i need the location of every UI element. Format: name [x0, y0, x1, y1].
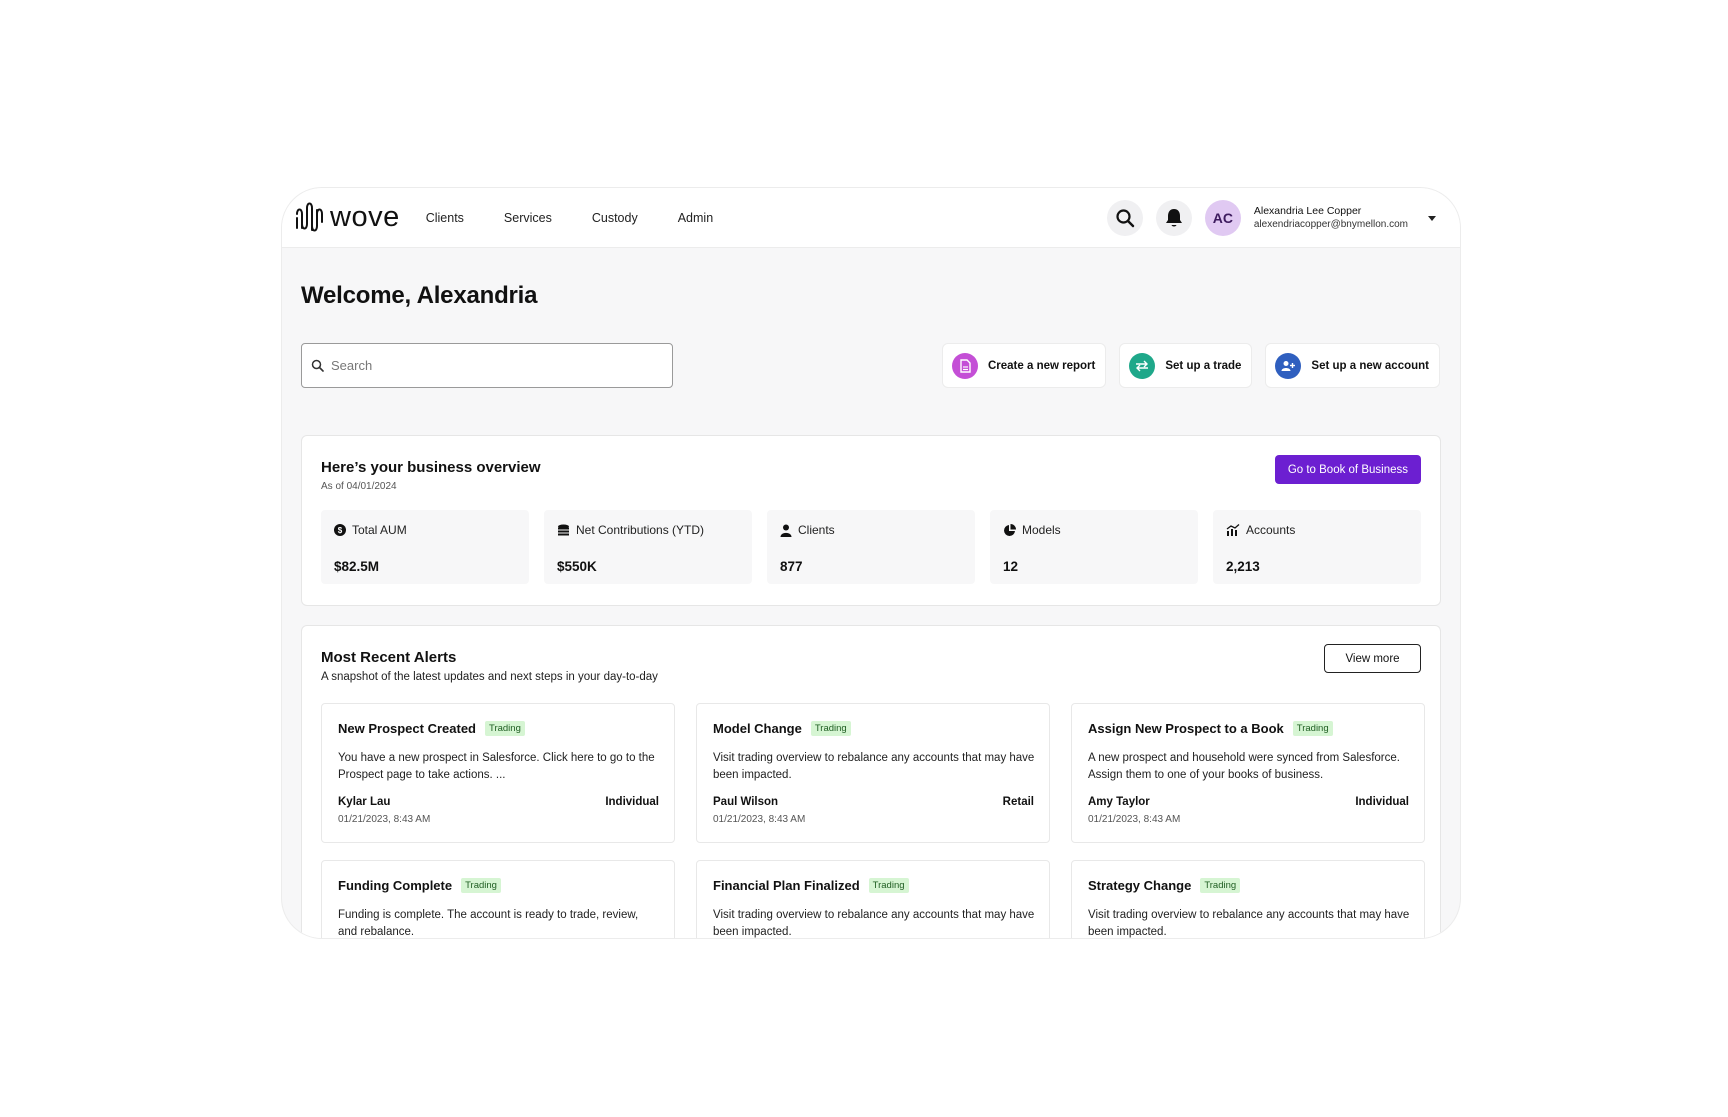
book-of-business-button[interactable]: Go to Book of Business — [1274, 455, 1421, 484]
svg-text:$: $ — [338, 526, 343, 535]
business-overview-card: Here’s your business overview As of 04/0… — [301, 435, 1441, 606]
alert-client-type: Individual — [605, 796, 659, 808]
search-field[interactable] — [301, 343, 673, 388]
quick-actions: Create a new report Set up a trade Set u… — [929, 343, 1440, 388]
alert-person: Paul Wilson — [713, 796, 779, 808]
notifications-button[interactable] — [1155, 200, 1192, 236]
nav-services[interactable]: Services — [504, 211, 552, 225]
alert-card[interactable]: Funding Complete Trading Funding is comp… — [321, 860, 675, 938]
app-window: wove Clients Services Custody Admin AC A… — [282, 188, 1460, 938]
avatar[interactable]: AC — [1204, 200, 1241, 236]
alert-title: Funding Complete — [338, 878, 453, 893]
alert-description: Visit trading overview to rebalance any … — [713, 909, 1035, 938]
alert-timestamp: 01/21/2023, 8:43 AM — [1088, 814, 1181, 825]
stat-accounts[interactable]: Accounts 2,213 — [1213, 510, 1421, 584]
dollar-icon: $ — [334, 524, 346, 536]
create-report-label: Create a new report — [987, 359, 1096, 372]
user-name: Alexandria Lee Copper — [1253, 205, 1362, 217]
recent-alerts-card: Most Recent Alerts A snapshot of the lat… — [301, 625, 1441, 938]
topbar-actions: AC Alexandria Lee Copper alexendriacoppe… — [1094, 188, 1436, 248]
bell-icon — [1165, 209, 1182, 227]
coins-icon — [558, 524, 569, 536]
brand-name: wove — [330, 201, 400, 233]
alert-tag: Trading — [868, 878, 909, 893]
person-icon — [780, 524, 792, 537]
alert-title: Financial Plan Finalized — [713, 878, 860, 893]
setup-account-button[interactable]: Set up a new account — [1265, 343, 1440, 388]
alerts-title: Most Recent Alerts — [321, 649, 457, 666]
report-icon — [951, 352, 978, 379]
alert-tag: Trading — [485, 721, 525, 736]
swap-arrows-icon — [1129, 352, 1156, 379]
alert-timestamp: 01/21/2023, 8:43 AM — [713, 814, 806, 825]
alert-person: Kylar Lau — [338, 796, 391, 808]
alert-title: Assign New Prospect to a Book — [1088, 721, 1284, 736]
alert-timestamp: 01/21/2023, 8:43 AM — [338, 814, 431, 825]
search-icon — [1116, 209, 1135, 228]
overview-title: Here’s your business overview — [321, 459, 541, 476]
page-title: Welcome, Alexandria — [301, 282, 538, 309]
setup-trade-label: Set up a trade — [1165, 359, 1242, 372]
stat-label: Total AUM — [352, 523, 407, 537]
alert-title: Model Change — [713, 721, 802, 736]
search-input[interactable] — [331, 358, 651, 373]
alert-card[interactable]: Financial Plan Finalized Trading Visit t… — [696, 860, 1050, 938]
alert-card[interactable]: Assign New Prospect to a Book Trading A … — [1071, 703, 1425, 843]
stat-value: $82.5M — [334, 559, 380, 574]
stat-value: $550K — [557, 559, 597, 574]
alert-description: Visit trading overview to rebalance any … — [713, 752, 1035, 781]
alert-description: Visit trading overview to rebalance any … — [1088, 909, 1410, 938]
search-button[interactable] — [1106, 200, 1143, 236]
alert-tag: Trading — [461, 878, 501, 893]
nav-clients[interactable]: Clients — [426, 211, 464, 225]
alert-tag: Trading — [810, 721, 851, 736]
brand-logo[interactable]: wove — [294, 200, 400, 236]
pie-icon — [1004, 523, 1016, 536]
stat-total-aum[interactable]: $ Total AUM $82.5M — [321, 510, 529, 584]
alert-card[interactable]: New Prospect Created Trading You have a … — [321, 703, 675, 843]
overview-date: As of 04/01/2024 — [321, 481, 397, 492]
stat-clients[interactable]: Clients 877 — [767, 510, 975, 584]
alerts-subtitle: A snapshot of the latest updates and nex… — [321, 671, 658, 683]
nav-custody[interactable]: Custody — [592, 211, 638, 225]
alert-person: Amy Taylor — [1088, 796, 1150, 808]
alert-title: Strategy Change — [1088, 878, 1192, 893]
view-more-button[interactable]: View more — [1324, 644, 1421, 673]
stat-label: Accounts — [1246, 523, 1296, 537]
alert-description: A new prospect and household were synced… — [1088, 752, 1400, 781]
alert-card[interactable]: Model Change Trading Visit trading overv… — [696, 703, 1050, 843]
chart-up-icon — [1226, 524, 1240, 536]
alert-title: New Prospect Created — [338, 721, 476, 736]
alert-tag: Trading — [1200, 878, 1241, 893]
add-user-icon — [1275, 352, 1302, 379]
user-info[interactable]: Alexandria Lee Copper alexendriacopper@b… — [1254, 204, 1408, 232]
stat-models[interactable]: Models 12 — [990, 510, 1198, 584]
stat-net-contributions[interactable]: Net Contributions (YTD) $550K — [544, 510, 752, 584]
nav-admin[interactable]: Admin — [678, 211, 713, 225]
create-report-button[interactable]: Create a new report — [941, 343, 1107, 388]
main-nav: Clients Services Custody Admin — [426, 211, 753, 225]
wave-logo-icon — [296, 202, 323, 231]
setup-trade-button[interactable]: Set up a trade — [1119, 343, 1253, 388]
alert-tag: Trading — [1292, 721, 1333, 736]
top-bar: wove Clients Services Custody Admin AC A… — [282, 188, 1460, 248]
search-icon — [311, 359, 324, 372]
user-email: alexendriacopper@bnymellon.com — [1253, 219, 1408, 230]
alert-card[interactable]: Strategy Change Trading Visit trading ov… — [1071, 860, 1425, 938]
alert-client-type: Retail — [1002, 796, 1034, 808]
chevron-down-icon[interactable] — [1428, 215, 1436, 221]
stat-label: Net Contributions (YTD) — [576, 523, 705, 537]
stats-row: $ Total AUM $82.5M Net Contributions (YT… — [321, 510, 1421, 584]
stat-value: 877 — [780, 559, 803, 574]
alert-description: Funding is complete. The account is read… — [338, 909, 639, 938]
stat-label: Clients — [798, 523, 835, 537]
alert-client-type: Individual — [1355, 796, 1409, 808]
stat-label: Models — [1022, 523, 1061, 537]
stat-value: 2,213 — [1226, 559, 1260, 574]
setup-account-label: Set up a new account — [1311, 359, 1429, 372]
stat-value: 12 — [1003, 559, 1019, 574]
alert-description: You have a new prospect in Salesforce. C… — [338, 752, 655, 781]
